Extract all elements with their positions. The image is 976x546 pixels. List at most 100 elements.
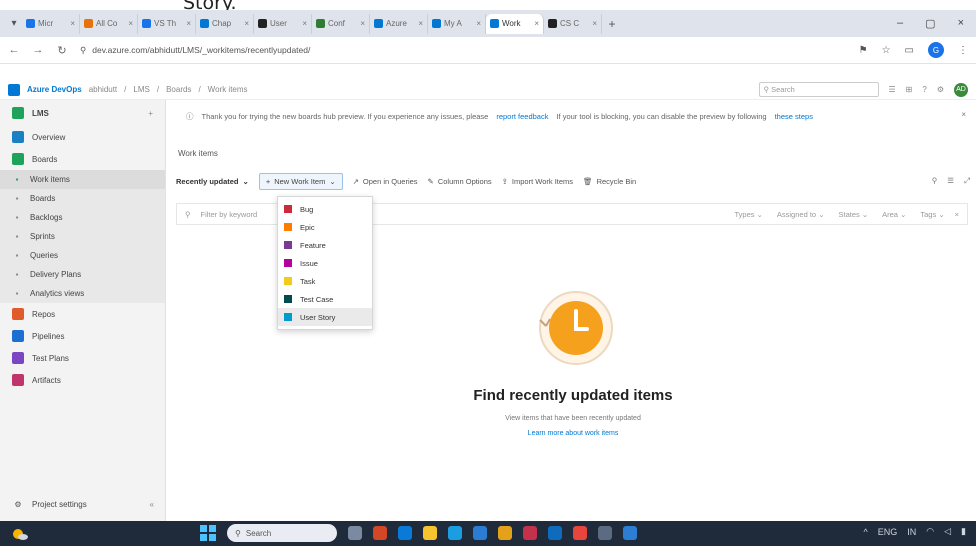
dropdown-item[interactable]: User Story [278,308,372,326]
teams-icon[interactable] [548,526,562,540]
tab-close-icon[interactable]: × [360,19,365,28]
tab-close-icon[interactable]: × [186,19,191,28]
photos-icon[interactable] [498,526,512,540]
sidebar-item[interactable]: Boards [0,148,165,170]
tab-close-icon[interactable]: × [244,19,249,28]
tray-chevron-icon[interactable]: ^ [864,527,868,537]
marketplace-icon[interactable]: ⊞ [906,85,913,94]
sidebar-item[interactable]: Overview [0,126,165,148]
close-icon[interactable]: × [961,110,966,119]
browser-tab[interactable]: Work × [486,13,544,34]
file-explorer-icon[interactable] [423,526,437,540]
filter-field-dropdown[interactable]: States ⌄ [838,210,868,219]
edge-icon[interactable] [398,526,412,540]
outlook-icon[interactable] [473,526,487,540]
clear-filter-icon[interactable]: × [955,210,959,219]
breadcrumb-project[interactable]: LMS [133,85,149,94]
reload-icon[interactable]: ↻ [56,44,68,57]
dropdown-item[interactable]: Task [278,272,372,290]
tab-close-icon[interactable]: × [534,19,539,28]
ado-search-input[interactable]: ⚲ Search [758,82,879,97]
tab-close-icon[interactable]: × [418,19,423,28]
recycle-bin-button[interactable]: 🗑 Recycle Bin [583,177,636,186]
column-options-button[interactable]: ✎ Column Options [428,177,492,186]
dropdown-item[interactable]: Feature [278,236,372,254]
battery-icon[interactable]: ▮ [961,526,966,537]
browser-tab[interactable]: Conf × [312,13,370,34]
tray-region[interactable]: IN [907,527,916,537]
sidebar-item[interactable]: ▪ Delivery Plans [0,265,165,284]
sidebar-item[interactable]: Pipelines [0,325,165,347]
view-selector[interactable]: Recently updated ⌄ [176,177,249,186]
tab-close-icon[interactable]: × [302,19,307,28]
notes-icon[interactable] [598,526,612,540]
sidebar-item[interactable]: Artifacts [0,369,165,391]
dropdown-item[interactable]: Bug [278,200,372,218]
taskbar-search[interactable]: ⚲ Search [227,524,337,542]
ado-brand[interactable]: Azure DevOps [27,85,82,94]
tab-close-icon[interactable]: × [592,19,597,28]
dropdown-item[interactable]: Test Case [278,290,372,308]
tab-menu-icon[interactable]: ▾ [6,18,22,29]
volume-icon[interactable]: ◁ [944,526,951,537]
browser-tab[interactable]: My A × [428,13,486,34]
browser-tab[interactable]: Micr × [22,13,80,34]
view-options-icon[interactable]: ☰ [947,176,954,186]
sidebar-item[interactable]: Test Plans [0,347,165,369]
store-icon[interactable] [448,526,462,540]
browser-menu-icon[interactable]: ⋮ [958,45,968,56]
task-view-icon[interactable] [348,526,362,540]
user-avatar[interactable]: AD [954,82,968,97]
forward-icon[interactable]: → [32,44,44,56]
maximize-button[interactable]: ▢ [925,17,935,30]
azure-devops-logo-icon[interactable] [8,83,20,96]
dropdown-item[interactable]: Issue [278,254,372,272]
new-work-item-button[interactable]: + New Work Item ⌄ [258,172,343,190]
sidebar-item[interactable]: ▪ Sprints [0,227,165,246]
sidepanel-icon[interactable]: ▭ [905,45,914,56]
weather-icon[interactable] [8,525,32,543]
fullscreen-icon[interactable]: ⤢ [964,176,970,186]
sidebar-item[interactable]: ▪ Boards [0,189,165,208]
chrome-icon[interactable] [573,526,587,540]
filter-icon[interactable]: ⚲ [932,176,938,186]
minimize-button[interactable]: – [897,17,903,30]
browser-tab[interactable]: VS Th × [138,13,196,34]
office-icon[interactable] [523,526,537,540]
tray-language[interactable]: ENG [878,527,898,537]
breadcrumb-boards[interactable]: Boards [166,85,191,94]
tab-close-icon[interactable]: × [70,19,75,28]
browser-tab[interactable]: Azure × [370,13,428,34]
sidebar-item[interactable]: ▪ Queries [0,246,165,265]
address-bar[interactable]: ⚲ dev.azure.com/abhidutt/LMS/_workitems/… [80,41,730,60]
browser-tab[interactable]: Chap × [196,13,254,34]
learn-more-link[interactable]: Learn more about work items [438,430,708,437]
help-icon[interactable]: ? [922,85,926,94]
breadcrumb-org[interactable]: abhidutt [89,85,117,94]
new-tab-button[interactable]: + [602,17,622,31]
browser-tab[interactable]: User × [254,13,312,34]
filter-field-dropdown[interactable]: Types ⌄ [734,210,762,219]
add-icon[interactable]: + [148,109,153,118]
tab-close-icon[interactable]: × [128,19,133,28]
vscode-icon[interactable] [623,526,637,540]
dropdown-item[interactable]: Epic [278,218,372,236]
project-settings-link[interactable]: ⚙ Project settings « [0,493,166,515]
site-info-icon[interactable]: ⚲ [80,45,86,56]
windows-start-icon[interactable] [200,525,216,541]
close-window-button[interactable]: × [958,17,964,30]
translate-icon[interactable]: ⚑ [859,45,868,56]
steps-link[interactable]: these steps [775,112,813,121]
wifi-icon[interactable]: ◠ [926,526,934,537]
sidebar-item[interactable]: ▪ Analytics views [0,284,165,303]
tab-close-icon[interactable]: × [476,19,481,28]
filter-field-dropdown[interactable]: Tags ⌄ [920,210,944,219]
filter-field-dropdown[interactable]: Area ⌄ [882,210,906,219]
list-icon[interactable]: ☰ [889,85,896,94]
sidebar-item[interactable]: ▪ Backlogs [0,208,165,227]
user-settings-icon[interactable]: ⚙ [937,85,944,94]
browser-tab[interactable]: All Co × [80,13,138,34]
open-in-queries-button[interactable]: ↗ Open in Queries [353,177,418,186]
bookmark-star-icon[interactable]: ☆ [882,45,891,56]
filter-field-dropdown[interactable]: Assigned to ⌄ [777,210,825,219]
